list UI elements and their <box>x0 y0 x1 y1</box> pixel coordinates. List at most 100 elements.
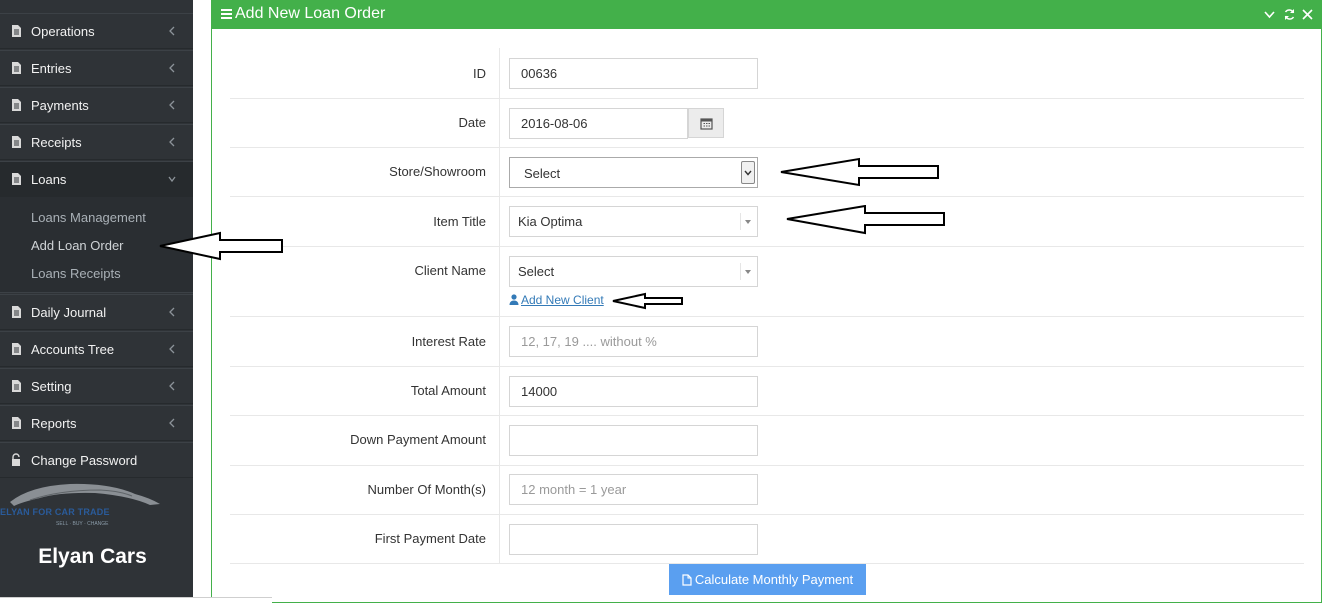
sidebar-item-label: Payments <box>31 97 89 113</box>
user-icon <box>509 294 519 305</box>
first-payment-date-field[interactable] <box>509 524 758 555</box>
refresh-icon[interactable] <box>1283 8 1296 21</box>
file-icon <box>12 417 21 429</box>
sidebar-item-label: Setting <box>31 378 72 394</box>
bottom-edge <box>0 597 272 603</box>
client-name-value: Select <box>518 264 555 279</box>
sidebar: Operations Entries Payments Receipts Loa… <box>0 0 193 603</box>
sidebar-item-entries[interactable]: Entries <box>0 50 193 86</box>
store-select[interactable]: Select <box>509 157 758 188</box>
chevron-left-icon <box>169 344 175 354</box>
file-icon <box>12 62 21 74</box>
item-title-value: Kia Optima <box>518 214 583 229</box>
id-label: ID <box>473 66 486 81</box>
sidebar-item-operations[interactable]: Operations <box>0 13 193 49</box>
client-name-select[interactable]: Select <box>509 256 758 287</box>
sidebar-item-accounts-tree[interactable]: Accounts Tree <box>0 331 193 367</box>
chevron-left-icon <box>169 381 175 391</box>
row-divider <box>230 316 1304 317</box>
chevron-left-icon <box>169 418 175 428</box>
form-divider <box>499 48 500 563</box>
calculate-monthly-payment-button[interactable]: Calculate Monthly Payment <box>669 564 866 595</box>
sidebar-item-setting[interactable]: Setting <box>0 368 193 404</box>
date-field[interactable] <box>509 108 688 139</box>
row-divider <box>230 196 1304 197</box>
chevron-left-icon <box>169 100 175 110</box>
sidebar-item-loans[interactable]: Loans <box>0 161 193 197</box>
file-icon <box>12 136 21 148</box>
file-icon <box>12 99 21 111</box>
row-divider <box>230 366 1304 367</box>
item-title-select[interactable]: Kia Optima <box>509 206 758 237</box>
first-payment-date-label: First Payment Date <box>374 531 486 546</box>
collapse-chevron-icon[interactable] <box>1263 8 1276 21</box>
down-payment-label: Down Payment Amount <box>350 432 486 447</box>
select-separator <box>740 213 741 230</box>
logo-text: ELYAN FOR CAR TRADE <box>0 507 110 517</box>
chevron-left-icon <box>169 307 175 317</box>
total-amount-field[interactable] <box>509 376 758 407</box>
annotation-arrow-icon <box>786 205 945 235</box>
file-icon <box>12 173 21 185</box>
sidebar-item-label: Change Password <box>31 452 138 468</box>
unlock-icon <box>12 453 20 466</box>
row-divider <box>230 147 1304 148</box>
caret-down-icon <box>745 220 751 224</box>
brand-name: Elyan Cars <box>38 545 147 568</box>
id-field[interactable] <box>509 58 758 89</box>
annotation-arrow-icon <box>780 157 939 187</box>
date-picker-button[interactable] <box>688 108 724 138</box>
add-new-client-link[interactable]: Add New Client <box>509 293 604 307</box>
sidebar-item-label: Loans <box>31 171 67 187</box>
calculate-button-label: Calculate Monthly Payment <box>694 572 854 587</box>
logo-subtext: SELL · BUY · CHANGE <box>56 521 109 527</box>
chevron-left-icon <box>169 63 175 73</box>
submenu-item-loans-management[interactable]: Loans Management <box>31 210 146 225</box>
file-icon <box>682 573 692 586</box>
panel-header: Add New Loan Order <box>211 0 1322 29</box>
panel-title: Add New Loan Order <box>235 5 386 22</box>
close-icon[interactable] <box>1301 8 1314 21</box>
row-divider <box>230 514 1304 515</box>
sidebar-item-label: Entries <box>31 60 72 76</box>
chevron-left-icon <box>169 26 175 36</box>
total-amount-label: Total Amount <box>410 383 486 398</box>
file-icon <box>12 306 21 318</box>
sidebar-item-label: Operations <box>31 23 95 39</box>
row-divider <box>230 465 1304 466</box>
submenu-item-loans-receipts[interactable]: Loans Receipts <box>31 266 121 281</box>
file-icon <box>12 25 21 37</box>
annotation-arrow-icon <box>612 292 683 310</box>
sidebar-item-label: Receipts <box>31 134 82 150</box>
calendar-icon <box>699 117 713 130</box>
store-select-value: Select <box>524 166 561 181</box>
sidebar-item-label: Daily Journal <box>31 304 107 320</box>
months-label: Number Of Month(s) <box>367 482 486 497</box>
interest-rate-label: Interest Rate <box>411 334 486 349</box>
row-divider <box>230 246 1304 247</box>
loan-order-panel <box>211 0 1322 603</box>
chevron-down-icon <box>741 161 755 184</box>
file-icon <box>12 343 21 355</box>
store-label: Store/Showroom <box>389 164 486 179</box>
row-divider <box>230 98 1304 99</box>
menu-icon <box>221 9 232 19</box>
sidebar-item-payments[interactable]: Payments <box>0 87 193 123</box>
sidebar-item-reports[interactable]: Reports <box>0 405 193 441</box>
annotation-arrow-icon <box>159 231 283 261</box>
add-new-client-label: Add New Client <box>521 293 604 307</box>
sidebar-item-change-password[interactable]: Change Password <box>0 442 193 478</box>
chevron-down-icon <box>168 176 176 183</box>
chevron-left-icon <box>169 137 175 147</box>
row-divider <box>230 415 1304 416</box>
interest-rate-field[interactable] <box>509 326 758 357</box>
sidebar-item-daily-journal[interactable]: Daily Journal <box>0 294 193 330</box>
date-label: Date <box>458 115 486 130</box>
submenu-item-add-loan-order[interactable]: Add Loan Order <box>31 238 124 253</box>
months-field[interactable] <box>509 474 758 505</box>
down-payment-field[interactable] <box>509 425 758 456</box>
item-title-label: Item Title <box>433 214 486 229</box>
sidebar-item-receipts[interactable]: Receipts <box>0 124 193 160</box>
sidebar-item-label: Reports <box>31 415 77 431</box>
select-separator <box>740 263 741 280</box>
